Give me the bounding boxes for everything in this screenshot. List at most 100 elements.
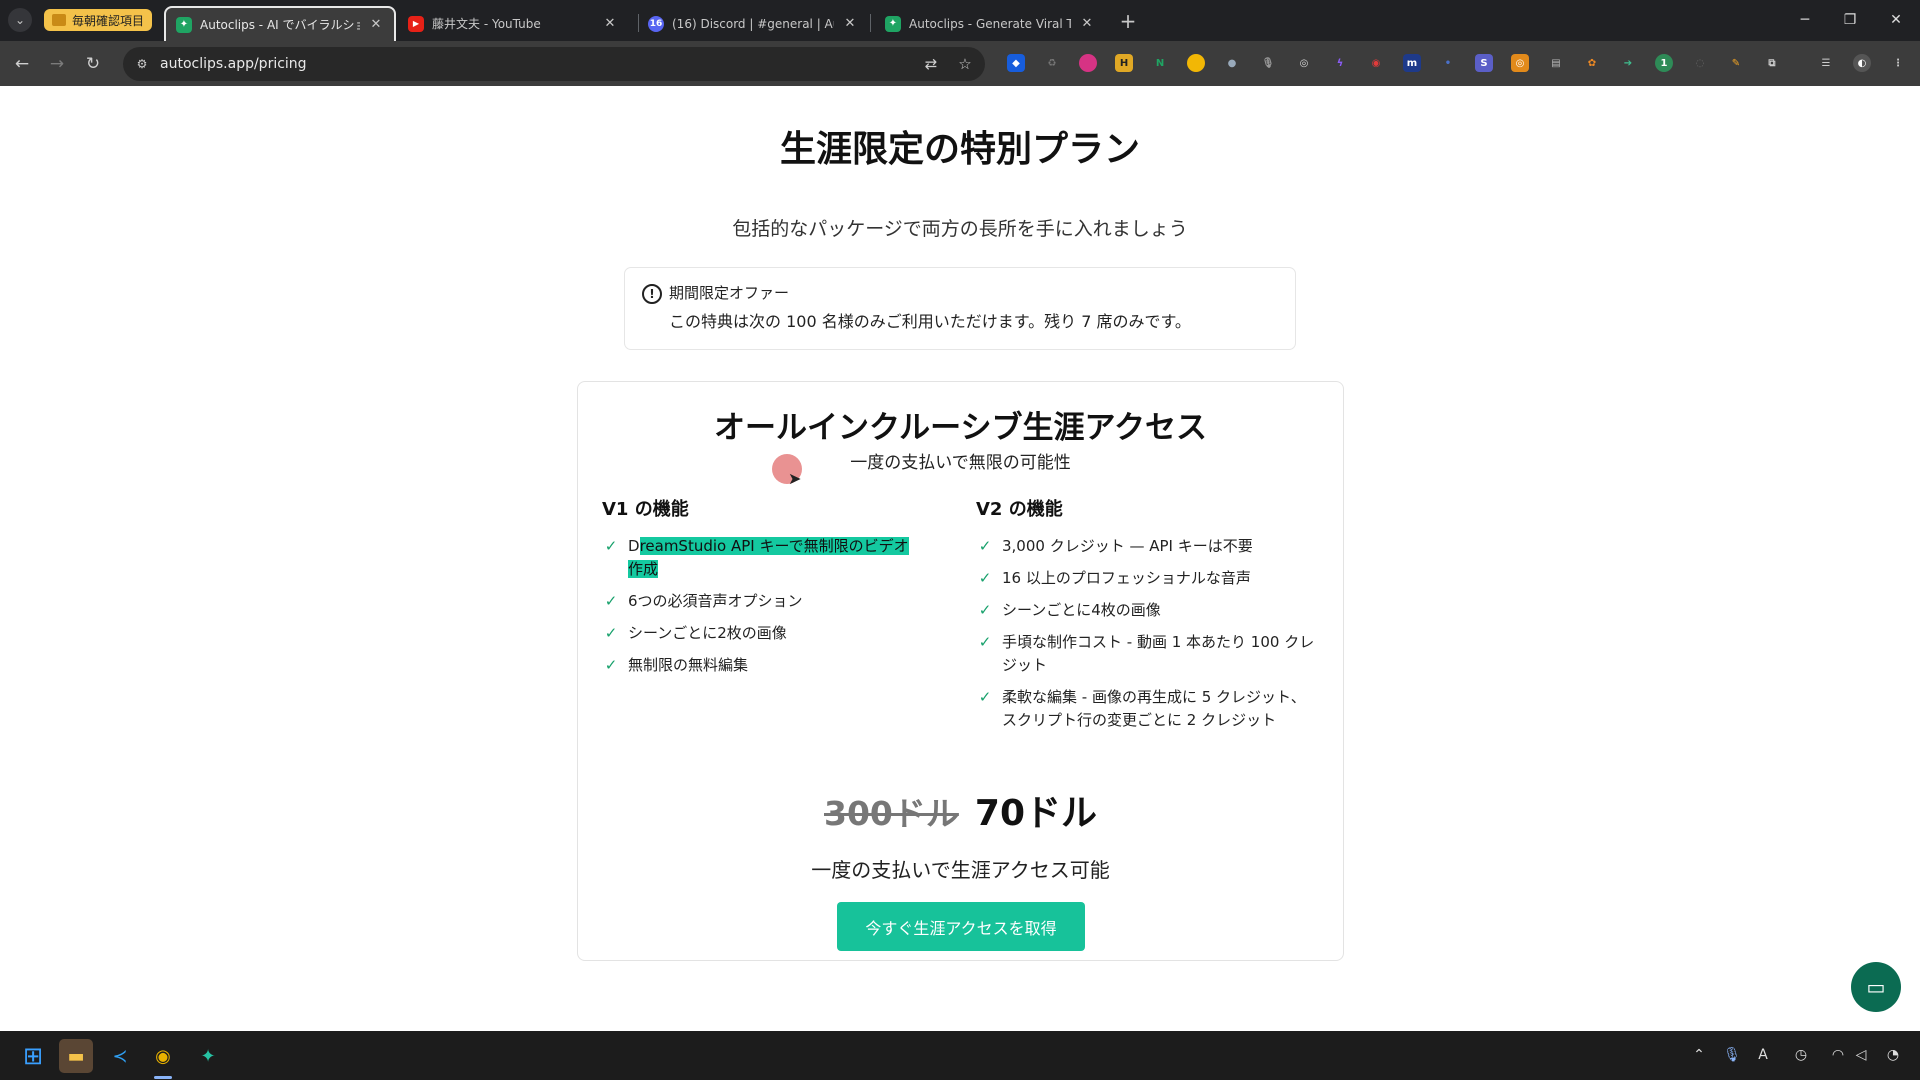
tab-search-chevron-icon[interactable]: ⌄ <box>8 8 32 32</box>
check-icon: ✓ <box>604 537 618 555</box>
profile-avatar-icon[interactable]: ◐ <box>1853 54 1871 72</box>
feature-item: ✓ 16 以上のプロフェッショナルな音声 <box>976 567 1320 590</box>
purple-bolt-icon[interactable]: ϟ <box>1331 54 1349 72</box>
minimize-icon[interactable]: ─ <box>1793 10 1817 30</box>
color-pinwheel-icon[interactable] <box>1079 54 1097 72</box>
feature-text: 16 以上のプロフェッショナルな音声 <box>1002 569 1251 587</box>
microphone-icon[interactable]: 🎙 <box>1259 54 1277 72</box>
check-icon: ✓ <box>978 537 992 555</box>
input-language-icon[interactable]: A <box>1753 1045 1773 1065</box>
tray-clock-icon[interactable]: ◷ <box>1791 1045 1811 1065</box>
bitwarden-shield-icon[interactable]: ◆ <box>1007 54 1025 72</box>
address-bar[interactable]: ⚙ autoclips.app/pricing ⇄ ☆ <box>123 47 985 81</box>
honey-icon[interactable]: H <box>1115 54 1133 72</box>
orange-box-icon[interactable]: ◎ <box>1511 54 1529 72</box>
notification-bell-icon[interactable]: ◔ <box>1883 1045 1903 1065</box>
address-url[interactable]: autoclips.app/pricing <box>160 56 307 72</box>
tab-title: (16) Discord | #general | Autoclips <box>672 16 834 31</box>
record-icon[interactable]: ◉ <box>1367 54 1385 72</box>
plan-title: オールインクルーシブ生涯アクセス <box>714 410 1207 446</box>
site-settings-icon[interactable]: ⚙ <box>132 54 152 74</box>
v2-features: V2 の機能 ✓ 3,000 クレジット — API キーは不要 ✓ 16 以上… <box>976 495 1320 741</box>
check-icon: ✓ <box>604 624 618 642</box>
get-lifetime-access-button[interactable]: 今すぐ生涯アクセスを取得 <box>837 902 1085 951</box>
window-close-icon[interactable]: ✕ <box>1884 10 1908 30</box>
dot-icon[interactable]: • <box>1439 54 1457 72</box>
tray-chevron-up-icon[interactable]: ⌃ <box>1689 1045 1709 1065</box>
tab-group-chip[interactable]: 毎朝確認項目 <box>44 9 153 31</box>
close-icon[interactable]: ✕ <box>842 16 858 32</box>
close-icon[interactable]: ✕ <box>368 17 384 33</box>
feature-text-prefix: D <box>628 537 640 555</box>
feature-text: シーンごとに2枚の画像 <box>628 624 787 642</box>
check-icon: ✓ <box>978 688 992 706</box>
limited-offer-alert: ! 期間限定オファー この特典は次の 100 名様のみご利用いただけます。残り … <box>624 267 1296 350</box>
translate-icon[interactable]: ⇄ <box>921 54 941 74</box>
autoclips-app-icon[interactable]: ✦ <box>191 1039 225 1073</box>
clipboard-icon[interactable]: ▤ <box>1547 54 1565 72</box>
price-row: 300ドル 70ドル <box>578 784 1343 836</box>
youtube-icon: ▶ <box>408 15 424 32</box>
forward-arrow-icon[interactable]: → <box>44 51 70 77</box>
pen-icon[interactable]: ✎ <box>1727 54 1745 72</box>
feature-item: ✓ 手頃な制作コスト - 動画 1 本あたり 100 クレジット <box>976 631 1320 677</box>
tray-microphone-icon[interactable]: 🎙 <box>1722 1045 1742 1065</box>
check-icon: ✓ <box>604 592 618 610</box>
browser-tab-strip: ⌄ 毎朝確認項目 ✦ Autoclips - AI でバイラルショート動画 ✕ … <box>0 0 1920 41</box>
reload-icon[interactable]: ↻ <box>80 51 106 77</box>
alert-circle-icon: ! <box>642 284 662 304</box>
autoclips-icon: ✦ <box>176 16 192 33</box>
reading-list-icon[interactable]: ☰ <box>1817 54 1835 72</box>
s-square-icon[interactable]: S <box>1475 54 1493 72</box>
flower-icon[interactable]: ✿ <box>1583 54 1601 72</box>
wifi-icon[interactable]: ◠ <box>1828 1045 1848 1065</box>
check-icon: ✓ <box>978 633 992 651</box>
mouse-pointer-icon: ➤ <box>788 469 802 488</box>
selected-text-highlight: reamStudio API キーで無制限のビデオ作成 <box>628 537 909 578</box>
alert-title: 期間限定オファー <box>669 284 790 302</box>
feature-item: ✓ 無制限の無料編集 <box>602 654 922 677</box>
feature-item: ✓ 6つの必須音声オプション <box>602 590 922 613</box>
shield-badge-icon[interactable]: 1 <box>1655 54 1673 72</box>
arrow-right-icon[interactable]: ➔ <box>1619 54 1637 72</box>
feature-text: シーンごとに4枚の画像 <box>1002 601 1161 619</box>
v1-features: V1 の機能 ✓ DreamStudio API キーで無制限のビデオ作成 ✓ … <box>602 495 922 686</box>
notion-n-icon[interactable]: N <box>1151 54 1169 72</box>
back-arrow-icon[interactable]: ← <box>9 51 35 77</box>
ghost-icon[interactable]: ◌ <box>1691 54 1709 72</box>
tab-youtube[interactable]: ▶ 藤井文夫 - YouTube ✕ <box>398 6 628 41</box>
tab-autoclips-pricing[interactable]: ✦ Autoclips - AI でバイラルショート動画 ✕ <box>164 6 396 41</box>
original-price: 300ドル <box>824 794 959 833</box>
menu-kebab-icon[interactable]: ⋮ <box>1889 54 1907 72</box>
page-subtitle: 包括的なパッケージで両方の長所を手に入れましょう <box>732 218 1188 240</box>
vscode-icon[interactable]: ≺ <box>103 1039 137 1073</box>
restore-icon[interactable]: ❐ <box>1838 10 1862 30</box>
feature-text: DreamStudio API キーで無制限のビデオ作成 <box>628 535 922 581</box>
close-icon[interactable]: ✕ <box>602 16 618 32</box>
m-badge-icon[interactable]: m <box>1403 54 1421 72</box>
bookmark-star-icon[interactable]: ☆ <box>955 54 975 74</box>
v1-title: V1 の機能 <box>602 499 689 520</box>
pricing-page: 生涯限定の特別プラン 包括的なパッケージで両方の長所を手に入れましょう ! 期間… <box>0 86 1920 1031</box>
tab-discord[interactable]: 16 (16) Discord | #general | Autoclips ✕ <box>638 6 868 41</box>
openai-icon[interactable]: ◎ <box>1295 54 1313 72</box>
file-explorer-icon[interactable]: ▬ <box>59 1039 93 1073</box>
tab-autoclips-generate[interactable]: ✦ Autoclips - Generate Viral TikTok ✕ <box>875 6 1105 41</box>
new-tab-plus-icon[interactable]: + <box>1117 9 1139 33</box>
windows-taskbar: ⊞ ▬ ≺ ◉ ✦ ⌃ 🎙 A ◷ ◠ ◁ ◔ <box>0 1031 1920 1080</box>
chat-support-icon[interactable]: ▭ <box>1851 962 1901 1012</box>
plan-subtitle: 一度の支払いで無限の可能性 <box>850 453 1071 473</box>
lifetime-plan-card: オールインクルーシブ生涯アクセス 一度の支払いで無限の可能性 V1 の機能 ✓ … <box>577 381 1344 961</box>
feature-item: ✓ 3,000 クレジット — API キーは不要 <box>976 535 1320 558</box>
search-person-icon[interactable]: ● <box>1223 54 1241 72</box>
volume-icon[interactable]: ◁ <box>1851 1045 1871 1065</box>
recycle-icon[interactable]: ♻ <box>1043 54 1061 72</box>
extensions-puzzle-icon[interactable]: ⧉ <box>1763 54 1781 72</box>
browser-toolbar: ← → ↻ ⚙ autoclips.app/pricing ⇄ ☆ ◆ ♻ H … <box>0 41 1920 86</box>
chrome-icon[interactable]: ◉ <box>146 1039 180 1073</box>
windows-start-icon[interactable]: ⊞ <box>16 1039 50 1073</box>
tab-divider <box>870 14 871 32</box>
chrome-extension-icon[interactable] <box>1187 54 1205 72</box>
check-icon: ✓ <box>604 656 618 674</box>
close-icon[interactable]: ✕ <box>1079 16 1095 32</box>
